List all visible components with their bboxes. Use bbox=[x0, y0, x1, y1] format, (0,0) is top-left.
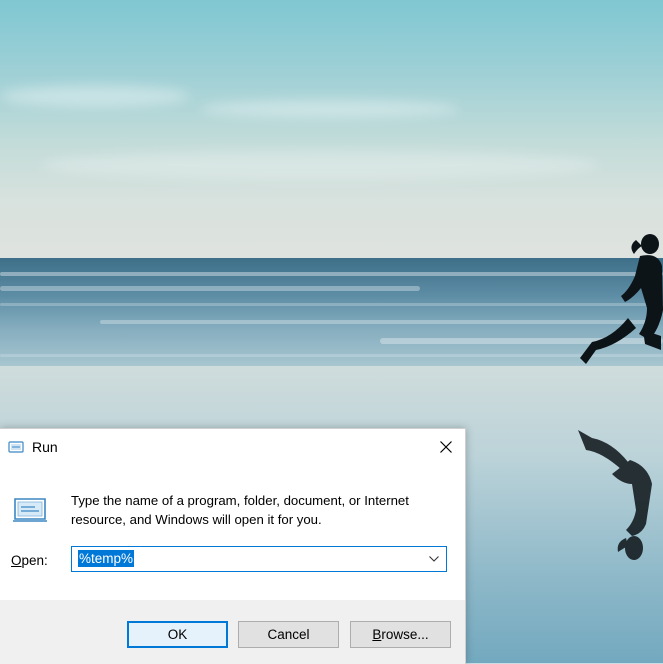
ok-button[interactable]: OK bbox=[127, 621, 228, 648]
dialog-body: Type the name of a program, folder, docu… bbox=[0, 465, 465, 600]
dialog-title: Run bbox=[32, 439, 58, 455]
dialog-footer: OK Cancel Browse... bbox=[0, 600, 465, 664]
wallpaper-cloud bbox=[0, 85, 190, 107]
runner-silhouette bbox=[580, 234, 663, 364]
open-input-value[interactable]: %temp% bbox=[78, 550, 135, 567]
wallpaper-sea bbox=[0, 258, 663, 368]
close-icon bbox=[440, 441, 452, 453]
browse-button[interactable]: Browse... bbox=[350, 621, 451, 648]
open-label: Open: bbox=[11, 553, 48, 568]
run-icon bbox=[12, 495, 48, 525]
dialog-titlebar[interactable]: Run bbox=[0, 429, 465, 465]
wallpaper-cloud bbox=[40, 150, 600, 180]
cancel-button[interactable]: Cancel bbox=[238, 621, 339, 648]
run-icon bbox=[8, 440, 24, 454]
runner-reflection bbox=[578, 430, 652, 560]
wallpaper-cloud bbox=[200, 100, 460, 118]
wallpaper-sky bbox=[0, 0, 663, 262]
chevron-down-icon bbox=[429, 556, 439, 562]
dropdown-button[interactable] bbox=[424, 548, 444, 570]
open-combobox[interactable]: %temp% bbox=[71, 546, 447, 572]
run-dialog: Run Type the name of a program, folder, … bbox=[0, 428, 466, 664]
dialog-description: Type the name of a program, folder, docu… bbox=[71, 493, 409, 527]
close-button[interactable] bbox=[431, 433, 461, 461]
